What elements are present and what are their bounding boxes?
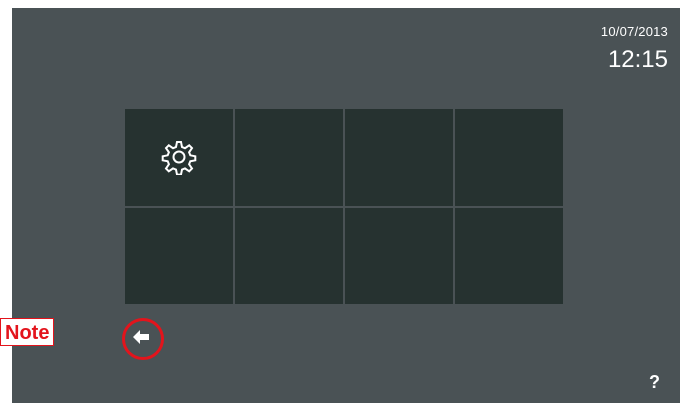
menu-tile-4[interactable] <box>455 109 563 206</box>
arrow-left-icon <box>133 330 149 344</box>
back-button[interactable] <box>122 318 164 360</box>
help-button[interactable]: ? <box>649 372 660 393</box>
device-screen: 10/07/2013 12:15 ? <box>12 8 680 403</box>
menu-tile-7[interactable] <box>345 207 453 304</box>
menu-tile-2[interactable] <box>235 109 343 206</box>
settings-tile[interactable] <box>125 109 233 206</box>
menu-grid <box>125 109 563 304</box>
time-display: 12:15 <box>607 46 668 73</box>
note-callout: Note <box>0 318 55 346</box>
menu-tile-3[interactable] <box>345 109 453 206</box>
date-display: 10/07/2013 <box>600 24 668 39</box>
gear-icon <box>161 141 197 176</box>
menu-tile-5[interactable] <box>125 207 233 304</box>
menu-tile-6[interactable] <box>235 207 343 304</box>
menu-tile-8[interactable] <box>455 207 563 304</box>
